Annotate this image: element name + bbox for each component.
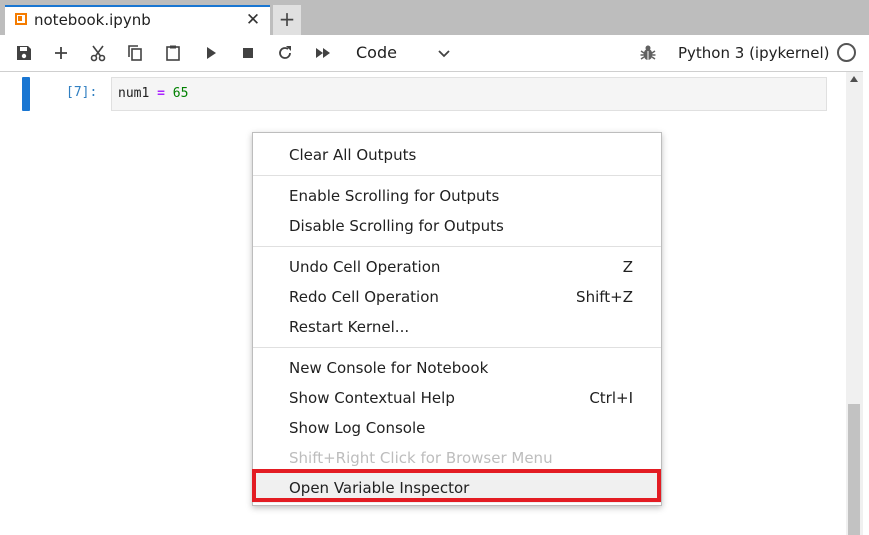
scrollbar-thumb[interactable] [848,404,860,535]
code-cell-input[interactable]: num1 = 65 [111,77,827,111]
copy-icon [128,45,142,61]
tab-bar: notebook.ipynb ✕ + [0,0,869,35]
scroll-up-icon[interactable] [850,76,858,82]
menu-item-label: Undo Cell Operation [289,258,441,276]
menu-item-label: Enable Scrolling for Outputs [289,187,500,205]
menu-item-label: Open Variable Inspector [289,479,470,497]
menu-item-open-variable-inspector[interactable]: Open Variable Inspector [253,473,661,503]
tab-notebook[interactable]: notebook.ipynb ✕ [5,5,270,35]
refresh-icon [279,46,291,59]
menu-item-new-console-for-notebook[interactable]: New Console for Notebook [253,353,661,383]
cell-type-dropdown[interactable]: Code [348,41,456,65]
vertical-scrollbar[interactable] [846,72,863,535]
kernel-name[interactable]: Python 3 (ipykernel) [678,42,830,64]
run-button[interactable] [198,41,224,65]
code-operator: = [157,86,165,101]
add-icon [55,47,67,59]
notebook-icon [15,13,27,25]
tab-title: notebook.ipynb [34,11,151,29]
menu-item-shortcut: Shift+Z [576,288,633,306]
menu-separator [253,347,661,348]
add-tab-button[interactable]: + [273,5,301,35]
menu-item-show-log-console[interactable]: Show Log Console [253,413,661,443]
cell-type-value: Code [356,43,397,62]
menu-item-label: Show Contextual Help [289,389,455,407]
restart-run-all-button[interactable] [310,41,336,65]
menu-item-label: Show Log Console [289,419,426,437]
close-icon[interactable]: ✕ [242,7,264,33]
menu-separator [253,246,661,247]
active-cell-marker[interactable] [22,77,30,111]
menu-separator [253,175,661,176]
code-variable: num1 [118,86,150,101]
paste-button[interactable] [160,41,186,65]
kernel-status-icon [837,43,856,62]
save-button[interactable] [11,41,37,65]
cell-prompt: [7]: [66,85,98,100]
scissors-icon [90,45,106,62]
copy-button[interactable] [122,41,148,65]
cut-button[interactable] [85,41,111,65]
menu-item-redo-cell-operation[interactable]: Redo Cell Operation Shift+Z [253,282,661,312]
restart-button[interactable] [272,41,298,65]
menu-item-restart-kernel[interactable]: Restart Kernel... [253,312,661,342]
play-icon [207,47,216,59]
menu-item-disable-scrolling-for-outputs[interactable]: Disable Scrolling for Outputs [253,211,661,241]
menu-item-enable-scrolling-for-outputs[interactable]: Enable Scrolling for Outputs [253,181,661,211]
window-edge [863,35,869,535]
menu-item-label: Clear All Outputs [289,146,417,164]
bug-icon[interactable] [638,43,658,63]
menu-item-label: Redo Cell Operation [289,288,439,306]
chevron-down-icon [438,50,450,58]
context-menu: Clear All Outputs Enable Scrolling for Ou… [252,132,662,506]
notebook-toolbar: Code Python 3 (ipykernel) [0,35,869,72]
stop-icon [243,48,253,58]
menu-item-shortcut: Z [622,258,633,276]
menu-item-show-contextual-help[interactable]: Show Contextual Help Ctrl+I [253,383,661,413]
menu-item-shortcut: Ctrl+I [589,389,633,407]
menu-item-undo-cell-operation[interactable]: Undo Cell Operation Z [253,252,661,282]
menu-item-label: Shift+Right Click for Browser Menu [289,449,553,467]
code-number: 65 [172,86,189,101]
fast-forward-icon [316,48,330,58]
menu-item-label: Restart Kernel... [289,318,410,336]
code-line: num1 = 65 [118,86,188,102]
menu-item-label: New Console for Notebook [289,359,489,377]
menu-item-label: Disable Scrolling for Outputs [289,217,504,235]
interrupt-button[interactable] [235,41,261,65]
menu-item-clear-all-outputs[interactable]: Clear All Outputs [253,140,661,170]
insert-cell-button[interactable] [48,41,74,65]
paste-icon [166,45,180,61]
menu-item-shift-right-click-for-browser-menu: Shift+Right Click for Browser Menu [253,443,661,473]
save-icon [17,46,31,60]
